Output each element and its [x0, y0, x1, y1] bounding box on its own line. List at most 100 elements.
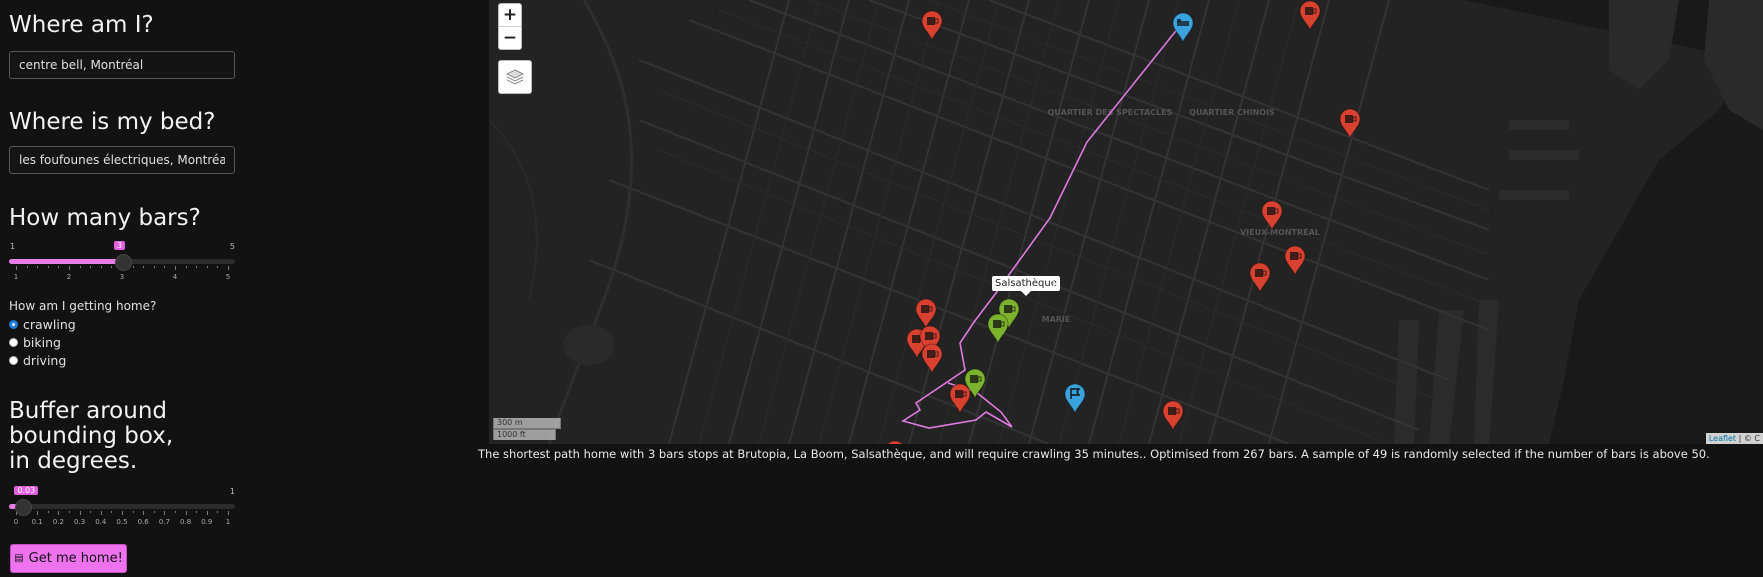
bed-label: Where is my bed?: [9, 109, 216, 135]
zoom-out-button[interactable]: −: [499, 26, 521, 49]
layers-button[interactable]: [498, 60, 532, 94]
popup-close-button[interactable]: ×: [1050, 277, 1061, 292]
slider-minor-tick: [185, 266, 187, 268]
layers-icon: [505, 69, 525, 85]
buffer-slider-track[interactable]: [9, 504, 235, 509]
slider-tick-label: 0.4: [95, 518, 107, 526]
transport-option-biking[interactable]: biking: [9, 335, 61, 350]
map-marker-icon: [1064, 383, 1086, 414]
slider-tick-label: 3: [119, 273, 125, 281]
bar-marker[interactable]: [1339, 108, 1361, 139]
bar-marker[interactable]: [921, 10, 943, 41]
slider-minor-tick: [217, 511, 219, 513]
scale-bar: 300 m 1000 ft: [493, 418, 561, 440]
bar-marker[interactable]: [1284, 245, 1306, 276]
where-input[interactable]: [9, 51, 235, 79]
district-label: MARIE: [1042, 315, 1071, 324]
slider-minor-tick: [47, 266, 49, 268]
stop-marker[interactable]: [964, 368, 986, 399]
slider-tick: [100, 511, 102, 515]
map-marker-icon: [887, 440, 903, 444]
scale-metric: 300 m: [493, 418, 561, 429]
zoom-control: + −: [498, 3, 522, 50]
slider-tick: [228, 266, 229, 270]
slider-tick: [37, 511, 39, 515]
slider-tick: [122, 511, 123, 515]
slider-tick-label: 0: [13, 518, 19, 526]
slider-minor-tick: [90, 511, 92, 513]
bar-marker[interactable]: [1162, 400, 1184, 431]
buffer-label: Buffer around bounding box, in degrees.: [9, 398, 174, 474]
transport-option-label: biking: [23, 335, 61, 350]
map-marker-icon: [1284, 245, 1306, 276]
slider-tick-label: 5: [225, 273, 231, 281]
transport-option-crawling[interactable]: crawling: [9, 317, 76, 332]
bar-marker[interactable]: [1299, 0, 1321, 31]
zoom-in-button[interactable]: +: [499, 4, 521, 26]
bar-marker[interactable]: [884, 440, 906, 444]
slider-minor-tick: [26, 266, 28, 268]
slider-minor-tick: [79, 266, 81, 268]
map-marker-icon: [964, 368, 986, 399]
slider-tick-label: 0.2: [52, 518, 64, 526]
radio-dot[interactable]: [9, 320, 18, 329]
origin-marker[interactable]: [1064, 383, 1086, 414]
slider-minor-tick: [206, 266, 208, 268]
bars-slider-min: 1: [10, 242, 16, 251]
slider-tick-label: 0.3: [74, 518, 86, 526]
get-me-home-button[interactable]: ▤ Get me home!: [10, 544, 127, 573]
bars-slider-fill: [9, 259, 122, 264]
buffer-slider[interactable]: 0 1 0.03 00.10.20.30.40.50.60.70.80.91: [9, 486, 235, 529]
destination-marker[interactable]: [1172, 12, 1194, 43]
slider-minor-tick: [217, 266, 219, 268]
slider-minor-tick: [143, 266, 145, 268]
sidebar: Where am I? Where is my bed? How many ba…: [0, 0, 250, 577]
slider-tick: [143, 511, 145, 515]
map-marker-icon: [921, 343, 943, 374]
map-marker-icon: [1172, 12, 1194, 43]
map-marker-icon: [1249, 262, 1271, 293]
bars-slider-max: 5: [229, 242, 235, 251]
bar-marker[interactable]: [1261, 200, 1283, 231]
bars-slider[interactable]: 1 5 3 1 2 3 4 5: [9, 241, 235, 282]
slider-minor-tick: [196, 511, 198, 513]
slider-tick: [185, 511, 187, 515]
attribution-rest: | © C: [1736, 434, 1760, 443]
buffer-slider-max: 1: [229, 487, 235, 496]
map-marker-icon: [987, 313, 1009, 344]
transport-option-label: driving: [23, 353, 67, 368]
slider-tick-label: 0.8: [180, 518, 192, 526]
bar-marker[interactable]: [1249, 262, 1271, 293]
slider-minor-tick: [111, 266, 113, 268]
slider-minor-tick: [90, 266, 92, 268]
slider-minor-tick: [47, 511, 49, 513]
bars-label: How many bars?: [9, 205, 201, 231]
radio-dot[interactable]: [9, 356, 18, 365]
map[interactable]: QUARTIER DES SPECTACLES QUARTIER CHINOIS…: [489, 0, 1763, 444]
transport-option-driving[interactable]: driving: [9, 353, 66, 368]
leaflet-link[interactable]: Leaflet: [1709, 434, 1736, 443]
slider-tick: [175, 266, 176, 270]
slider-tick: [79, 511, 81, 515]
slider-minor-tick: [153, 266, 155, 268]
slider-minor-tick: [132, 266, 134, 268]
result-text: The shortest path home with 3 bars stops…: [478, 447, 1710, 461]
where-label: Where am I?: [9, 12, 154, 38]
map-marker-icon: [1339, 108, 1361, 139]
transport-label: How am I getting home?: [9, 299, 157, 313]
bars-slider-thumb[interactable]: [115, 254, 132, 271]
slider-minor-tick: [132, 511, 134, 513]
slider-minor-tick: [100, 266, 102, 268]
slider-minor-tick: [153, 511, 155, 513]
slider-tick-label: 0.1: [31, 518, 43, 526]
bar-marker[interactable]: [921, 343, 943, 374]
bed-input[interactable]: [9, 146, 235, 174]
radio-dot[interactable]: [9, 338, 18, 347]
slider-minor-tick: [164, 266, 166, 268]
slider-minor-tick: [196, 266, 198, 268]
stop-marker[interactable]: [987, 313, 1009, 344]
slider-tick-label: 0.7: [158, 518, 170, 526]
slider-minor-tick: [69, 511, 70, 513]
scale-imperial: 1000 ft: [493, 429, 556, 440]
slider-tick: [16, 266, 17, 270]
